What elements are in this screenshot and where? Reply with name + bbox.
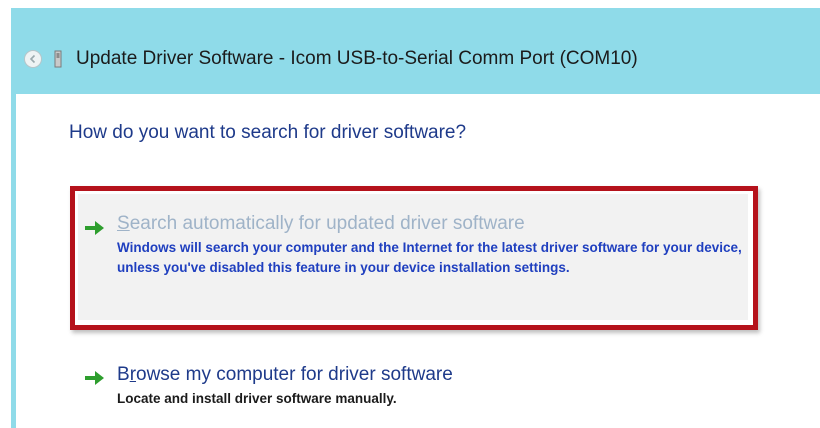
page-heading: How do you want to search for driver sof… [69, 122, 467, 143]
option-search-automatically-description: Windows will search your computer and th… [117, 240, 742, 275]
option-search-automatically-title[interactable]: Search automatically for updated driver … [117, 213, 525, 235]
option-browse-computer-description: Locate and install driver software manua… [117, 391, 397, 406]
option-browse-computer-title[interactable]: Browse my computer for driver software [117, 364, 453, 386]
green-arrow-icon [85, 221, 104, 235]
back-button[interactable] [24, 50, 42, 68]
back-arrow-icon [29, 54, 36, 64]
usb-device-icon [54, 50, 62, 68]
window-title: Update Driver Software - Icom USB-to-Ser… [76, 48, 638, 69]
green-arrow-icon [85, 371, 104, 385]
